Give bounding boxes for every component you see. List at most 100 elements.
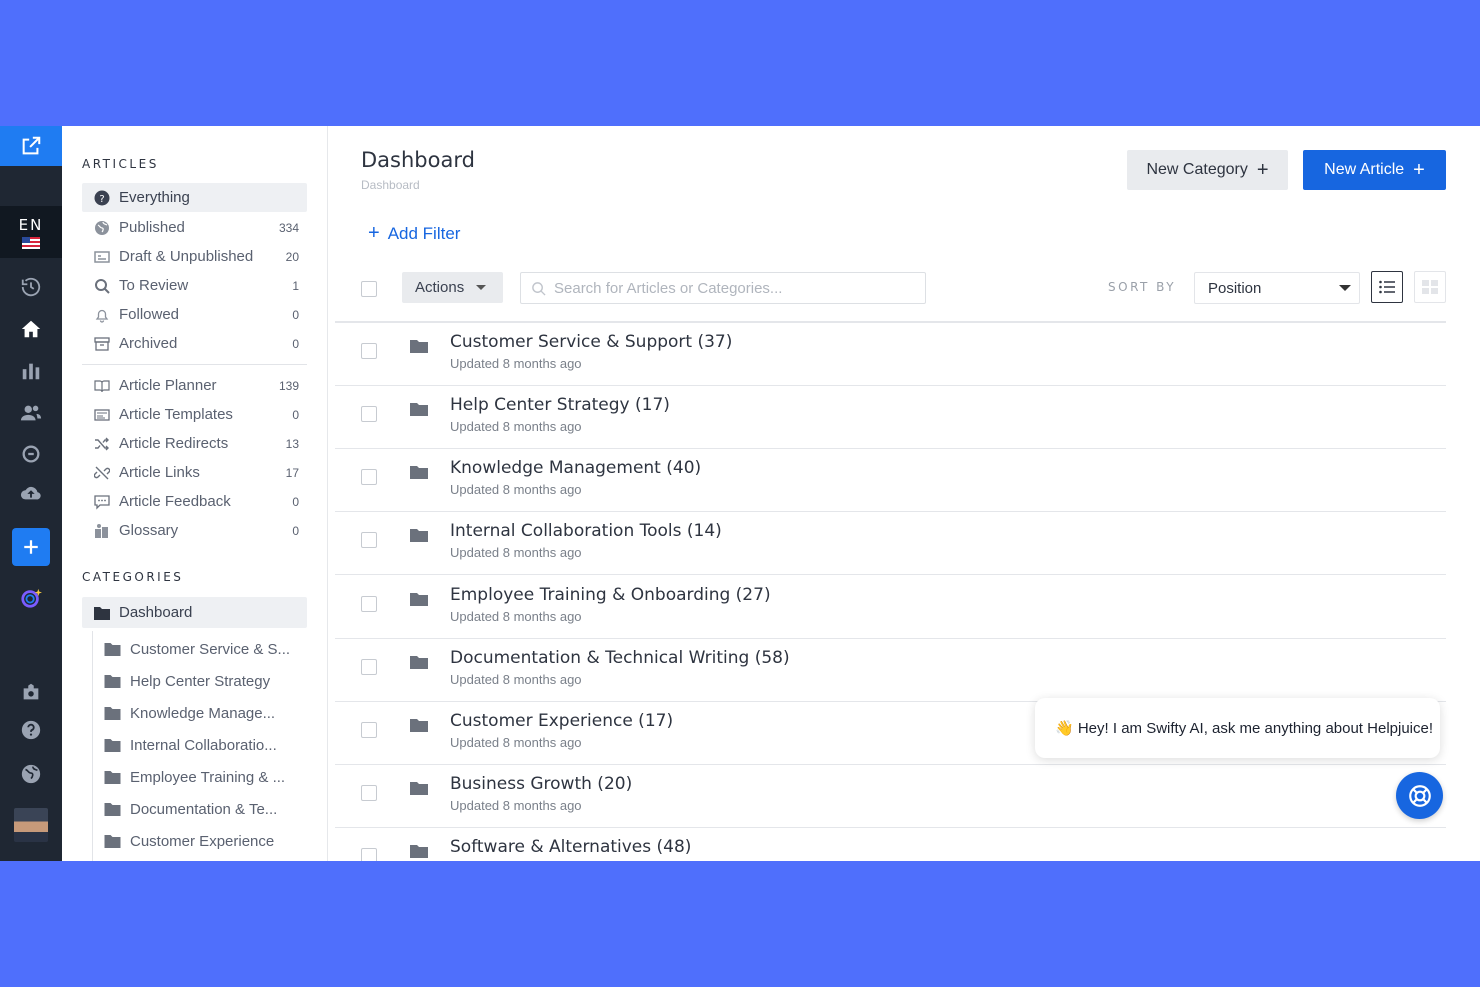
row-checkbox[interactable]: [361, 722, 377, 738]
category-item[interactable]: Internal Collaboratio...: [104, 731, 304, 759]
folder-icon: [104, 771, 121, 784]
integrations-icon[interactable]: [19, 680, 43, 704]
ai-assistant-icon[interactable]: [19, 586, 43, 610]
sidebar-item-archived[interactable]: Archived 0: [82, 329, 307, 358]
select-all-checkbox[interactable]: [361, 281, 377, 297]
glossary-icon: [94, 523, 110, 539]
add-filter-button[interactable]: + Add Filter: [368, 222, 460, 245]
language-code: EN: [18, 216, 44, 234]
history-icon[interactable]: [19, 275, 43, 299]
user-avatar[interactable]: [14, 808, 48, 842]
search-input[interactable]: [554, 279, 914, 297]
sidebar-item-label: Everything: [119, 189, 190, 206]
chat-greeting-bubble[interactable]: 👋 Hey! I am Swifty AI, ask me anything a…: [1035, 698, 1440, 758]
table-row[interactable]: Software & Alternatives (48): [335, 828, 1446, 861]
articles-section-title: ARTICLES: [82, 157, 159, 171]
grid-view-button[interactable]: [1414, 271, 1446, 303]
row-name[interactable]: Customer Service & Support (37): [450, 332, 732, 352]
home-icon[interactable]: [19, 317, 43, 341]
sidebar-item-article-redirects[interactable]: Article Redirects 13: [82, 429, 307, 458]
row-name[interactable]: Help Center Strategy (17): [450, 395, 670, 415]
sidebar-item-followed[interactable]: Followed 0: [82, 300, 307, 329]
sidebar-item-label: Glossary: [119, 522, 179, 539]
language-switcher[interactable]: EN: [0, 206, 70, 258]
row-checkbox[interactable]: [361, 785, 377, 801]
us-flag-icon: [22, 237, 40, 249]
sidebar-item-count: 0: [292, 336, 299, 351]
category-item-label: Employee Training & ...: [130, 768, 286, 786]
row-name[interactable]: Business Growth (20): [450, 774, 632, 794]
new-article-button[interactable]: New Article +: [1303, 150, 1446, 190]
category-root-dashboard[interactable]: Dashboard: [82, 597, 307, 628]
grid-icon: [1422, 280, 1438, 294]
row-name[interactable]: Employee Training & Onboarding (27): [450, 585, 771, 605]
row-name[interactable]: Customer Experience (17): [450, 711, 673, 731]
page-title: Dashboard: [361, 148, 475, 172]
sidebar-item-published[interactable]: Published 334: [82, 213, 307, 242]
sidebar-item-label: Followed: [119, 306, 180, 323]
chat-launcher-button[interactable]: [1396, 772, 1443, 819]
row-checkbox[interactable]: [361, 596, 377, 612]
globe-icon[interactable]: [19, 762, 43, 786]
breadcrumb[interactable]: Dashboard: [361, 178, 420, 192]
help-icon[interactable]: [19, 718, 43, 742]
analytics-icon[interactable]: [19, 359, 43, 383]
category-item-label: Customer Experience: [130, 832, 275, 850]
row-checkbox[interactable]: [361, 848, 377, 861]
folder-icon: [410, 656, 428, 669]
row-updated: Updated 8 months ago: [450, 419, 582, 434]
table-row[interactable]: Documentation & Technical Writing (58) U…: [335, 639, 1446, 702]
category-item[interactable]: Documentation & Te...: [104, 795, 304, 823]
folder-icon: [104, 675, 121, 688]
users-icon[interactable]: [19, 401, 43, 425]
sidebar-item-label: Article Templates: [119, 406, 233, 423]
sort-select[interactable]: Position: [1194, 272, 1360, 304]
add-filter-label: Add Filter: [387, 223, 461, 243]
sidebar-item-to-review[interactable]: To Review 1: [82, 271, 307, 300]
row-name[interactable]: Knowledge Management (40): [450, 458, 701, 478]
category-item[interactable]: Help Center Strategy: [104, 667, 304, 695]
search-box[interactable]: [520, 272, 926, 304]
row-updated: Updated 8 months ago: [450, 482, 582, 497]
row-checkbox[interactable]: [361, 343, 377, 359]
sidebar-item-article-templates[interactable]: Article Templates 0: [82, 400, 307, 429]
category-item[interactable]: Customer Service & S...: [104, 635, 304, 663]
plus-icon: +: [1256, 159, 1269, 181]
globe-icon: [94, 220, 110, 236]
cloud-upload-icon[interactable]: [19, 481, 43, 505]
caret-down-icon: [476, 285, 487, 290]
caret-down-icon: [1339, 285, 1351, 291]
row-checkbox[interactable]: [361, 532, 377, 548]
table-row[interactable]: Business Growth (20) Updated 8 months ag…: [335, 765, 1446, 828]
search-analytics-icon[interactable]: [19, 442, 43, 466]
row-name[interactable]: Software & Alternatives (48): [450, 837, 691, 857]
row-checkbox[interactable]: [361, 469, 377, 485]
open-external-button[interactable]: [0, 126, 62, 166]
row-name[interactable]: Internal Collaboration Tools (14): [450, 521, 722, 541]
folder-icon: [104, 707, 121, 720]
table-row[interactable]: Knowledge Management (40) Updated 8 mont…: [335, 449, 1446, 512]
row-checkbox[interactable]: [361, 659, 377, 675]
list-view-button[interactable]: [1371, 271, 1403, 303]
table-row[interactable]: Internal Collaboration Tools (14) Update…: [335, 512, 1446, 575]
category-item[interactable]: Knowledge Manage...: [104, 699, 304, 727]
sidebar-item-article-planner[interactable]: Article Planner 139: [82, 371, 307, 400]
sidebar-item-label: Archived: [119, 335, 178, 352]
table-row[interactable]: Help Center Strategy (17) Updated 8 mont…: [335, 386, 1446, 449]
sidebar-item-article-feedback[interactable]: Article Feedback 0: [82, 487, 307, 516]
sidebar-item-everything[interactable]: ? Everything: [82, 183, 307, 212]
table-row[interactable]: Customer Service & Support (37) Updated …: [335, 323, 1446, 386]
row-name[interactable]: Documentation & Technical Writing (58): [450, 648, 790, 668]
sidebar-item-count: 0: [292, 307, 299, 322]
row-checkbox[interactable]: [361, 406, 377, 422]
table-row[interactable]: Employee Training & Onboarding (27) Upda…: [335, 576, 1446, 639]
sidebar-item-count: 0: [292, 523, 299, 538]
sidebar-item-glossary[interactable]: Glossary 0: [82, 516, 307, 545]
new-category-button[interactable]: New Category +: [1127, 150, 1288, 190]
create-button[interactable]: [12, 528, 50, 566]
actions-dropdown[interactable]: Actions: [402, 272, 503, 303]
sidebar-item-article-links[interactable]: Article Links 17: [82, 458, 307, 487]
category-item[interactable]: Employee Training & ...: [104, 763, 304, 791]
sidebar-item-draft-unpublished[interactable]: Draft & Unpublished 20: [82, 242, 307, 271]
category-item[interactable]: Customer Experience: [104, 827, 304, 855]
